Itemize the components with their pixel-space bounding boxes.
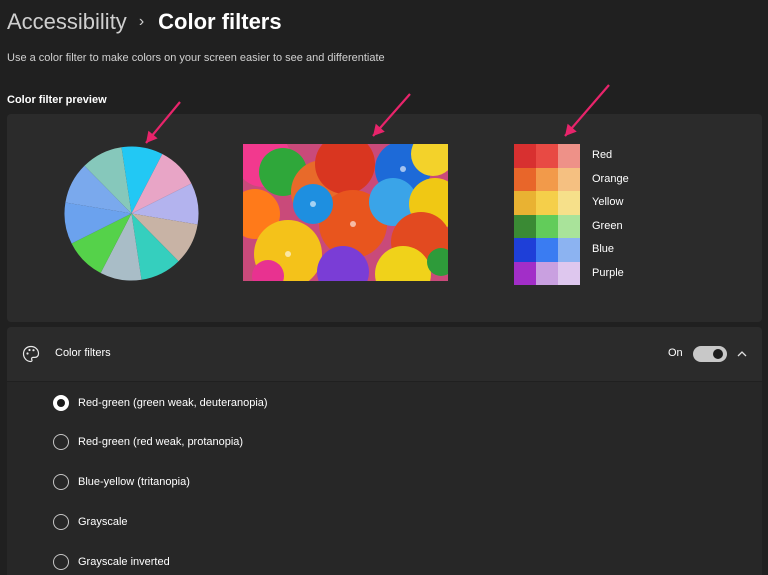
color-swatch [514, 261, 536, 285]
color-swatch [558, 144, 580, 168]
color-swatch [514, 214, 536, 238]
color-swatch [558, 261, 580, 285]
breadcrumb-chevron-icon: › [138, 13, 145, 30]
preview-pie-chart [64, 146, 199, 281]
filter-option[interactable]: Grayscale inverted [53, 552, 170, 572]
swatch-label-orange: Orange [592, 172, 629, 185]
filter-option[interactable]: Blue-yellow (tritanopia) [53, 472, 190, 492]
color-swatch [536, 167, 558, 191]
toggle-knob [713, 349, 723, 359]
filter-option-label: Red-green (red weak, protanopia) [78, 436, 244, 448]
color-swatch [558, 191, 580, 215]
color-swatch [536, 261, 558, 285]
color-swatch [536, 144, 558, 168]
toggle-state-label: On [668, 347, 683, 359]
color-swatch [514, 144, 536, 168]
swatch-label-green: Green [592, 219, 623, 232]
color-filters-title: Color filters [55, 347, 111, 359]
filter-option-label: Red-green (green weak, deuteranopia) [78, 397, 268, 409]
color-filter-options: Red-green (green weak, deuteranopia) Red-… [7, 382, 762, 575]
settings-page: Accessibility › Color filters Use a colo… [0, 0, 768, 575]
chevron-up-icon[interactable] [736, 348, 748, 360]
filter-option-label: Blue-yellow (tritanopia) [78, 476, 190, 488]
filter-option[interactable]: Red-green (red weak, protanopia) [53, 432, 243, 452]
filter-option[interactable]: Grayscale [53, 512, 128, 532]
preview-umbrella-photo [243, 144, 448, 281]
color-swatch-labels: Red Orange Yellow Green Blue Purple [592, 144, 629, 285]
color-filter-preview-panel: Red Orange Yellow Green Blue Purple [7, 114, 762, 322]
filter-option-label: Grayscale inverted [78, 556, 170, 568]
color-filters-toggle[interactable] [693, 346, 727, 362]
page-title: Color filters [158, 9, 282, 34]
swatch-label-purple: Purple [592, 266, 624, 279]
swatch-label-yellow: Yellow [592, 196, 624, 208]
color-swatch [536, 214, 558, 238]
page-description: Use a color filter to make colors on you… [7, 52, 385, 64]
color-swatch [558, 214, 580, 238]
color-swatch [536, 238, 558, 262]
swatch-label-blue: Blue [592, 243, 615, 255]
color-swatch [514, 238, 536, 262]
swatch-label-red: Red [592, 149, 613, 161]
color-swatch [536, 191, 558, 215]
radio-button[interactable] [53, 395, 69, 411]
color-filters-setting[interactable]: Color filters On [7, 327, 762, 381]
filter-option-label: Grayscale [78, 516, 128, 528]
breadcrumb-accessibility[interactable]: Accessibility [7, 9, 127, 35]
breadcrumb: Accessibility › Color filters [7, 6, 282, 38]
filter-option[interactable]: Red-green (green weak, deuteranopia) [53, 393, 268, 413]
color-swatch-grid [514, 144, 580, 285]
radio-button[interactable] [53, 434, 69, 450]
color-swatch [558, 167, 580, 191]
color-swatch [514, 167, 536, 191]
palette-icon [22, 345, 40, 363]
radio-button[interactable] [53, 514, 69, 530]
color-swatch [514, 191, 536, 215]
preview-section-label: Color filter preview [7, 94, 107, 106]
radio-button[interactable] [53, 474, 69, 490]
color-swatch [558, 238, 580, 262]
radio-button[interactable] [53, 554, 69, 570]
